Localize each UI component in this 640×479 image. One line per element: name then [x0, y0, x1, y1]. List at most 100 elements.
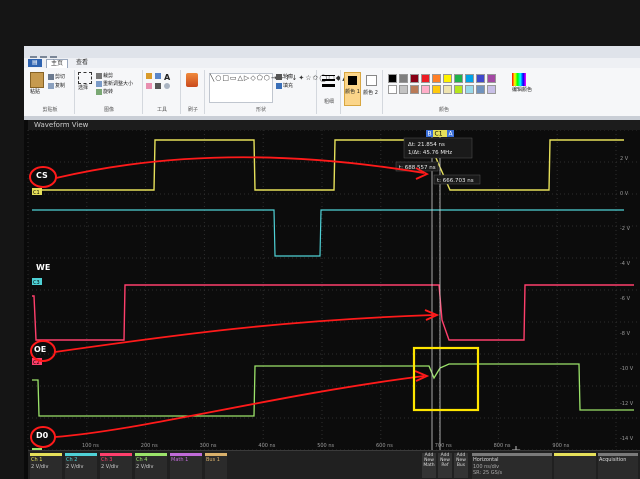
palette-swatch[interactable]	[476, 74, 485, 83]
color2-swatch	[366, 75, 377, 86]
brushes-group-label: 刷子	[187, 107, 198, 113]
size-label: 粗细	[323, 99, 334, 105]
cut-label: 剪切	[55, 74, 66, 80]
palette-swatch[interactable]	[399, 85, 408, 94]
add-bus-button[interactable]: Add New Bus	[454, 453, 468, 478]
resize-button[interactable]: 重新调整大小	[96, 80, 133, 87]
fill-shape-label: 填充	[283, 83, 294, 89]
color2-button[interactable]: 颜色 2	[363, 72, 378, 104]
horizontal-badge[interactable]: Horizontal 100 ns/div SR: 25 GS/s	[472, 453, 552, 479]
ch3-badge[interactable]: Ch 32 V/div	[100, 453, 132, 479]
outline-button[interactable]: 轮廓	[276, 73, 293, 80]
palette-swatch[interactable]	[421, 85, 430, 94]
ch3-marker-label: C3	[33, 280, 40, 286]
shapes-gallery[interactable]: ╲○□▭△▷◇⬠⬡→←↑↓✦☆✩◯▢◆▲	[209, 73, 348, 103]
palette-swatch[interactable]	[421, 74, 430, 83]
voltage-tick-label: -14 V	[620, 436, 634, 442]
ch4-badge-name: Ch 4	[136, 457, 148, 463]
palette-swatch[interactable]	[487, 85, 496, 94]
palette-swatch[interactable]	[443, 85, 452, 94]
size-line-thin	[322, 75, 335, 76]
palette-swatch[interactable]	[410, 74, 419, 83]
time-tick-label: 100 ns	[82, 443, 99, 449]
text-icon: A	[164, 73, 171, 82]
color1-button[interactable]: 颜色 1	[344, 72, 361, 106]
cut-button[interactable]: 剪切	[48, 73, 65, 80]
color1-swatch	[348, 76, 357, 85]
cursor-b-label: B	[428, 131, 432, 138]
cursor-c1-label: C1	[435, 131, 443, 138]
math-badge[interactable]: Math 1	[170, 453, 202, 479]
edit-colors-button[interactable]: 编辑颜色	[512, 73, 532, 93]
bus-badge[interactable]: Bus 1	[205, 453, 227, 479]
size-line-medium	[322, 79, 335, 81]
eraser-button[interactable]	[146, 83, 153, 90]
pencil-icon	[146, 73, 152, 79]
crop-label: 裁剪	[103, 73, 114, 79]
palette-swatch[interactable]	[476, 85, 485, 94]
ribbon-tabs: ▤ 主页 查看	[24, 58, 640, 68]
colors-group: 颜色	[384, 70, 504, 114]
palette-swatch[interactable]	[454, 85, 463, 94]
palette-swatch[interactable]	[465, 74, 474, 83]
bus-badge-name: Bus 1	[206, 457, 220, 463]
time-tick-label: 500 ns	[317, 443, 334, 449]
magnifier-button[interactable]	[164, 83, 171, 90]
magnifier-icon	[164, 83, 170, 89]
inv-delta-t-readout: 1/Δt: 45.76 MHz	[408, 150, 452, 156]
palette-swatch[interactable]	[388, 85, 397, 94]
ch2-badge[interactable]: Ch 22 V/div	[65, 453, 97, 479]
file-menu-button[interactable]: ▤	[28, 59, 42, 67]
clipboard-icon	[30, 72, 44, 88]
resize-label: 重新调整大小	[103, 81, 134, 87]
picker-button[interactable]	[155, 83, 162, 90]
edit-colors-label: 编辑颜色	[512, 87, 533, 93]
palette-swatch[interactable]	[487, 74, 496, 83]
text-button[interactable]: A	[164, 73, 170, 82]
clipboard-group-label: 剪贴板	[42, 107, 58, 113]
copy-button[interactable]: 复制	[48, 82, 65, 89]
palette-swatch[interactable]	[432, 74, 441, 83]
acquisition-title: Acquisition	[599, 457, 627, 463]
size-group[interactable]: 粗细	[318, 70, 341, 114]
select-button[interactable]: 选择	[78, 72, 92, 91]
acquisition-badge[interactable]: Acquisition	[598, 453, 638, 479]
rotate-button[interactable]: 旋转	[96, 88, 113, 95]
palette-swatch[interactable]	[432, 85, 441, 94]
tab-home[interactable]: 主页	[46, 59, 69, 68]
pencil-button[interactable]	[146, 73, 153, 80]
trigger-badge[interactable]	[554, 453, 596, 479]
tab-view[interactable]: 查看	[72, 59, 92, 67]
voltage-tick-label: -6 V	[620, 296, 631, 302]
fill-button[interactable]	[155, 73, 162, 80]
ch1-badge[interactable]: Ch 12 V/div	[30, 453, 62, 479]
paste-button[interactable]: 粘贴	[30, 72, 44, 95]
palette-swatch[interactable]	[454, 74, 463, 83]
colors-group-label: 颜色	[438, 107, 449, 113]
palette-swatch[interactable]	[465, 85, 474, 94]
color1-label: 颜色 1	[345, 89, 360, 95]
color2-label: 颜色 2	[363, 90, 378, 96]
time-axis: 100 ns 200 ns 300 ns 400 ns 500 ns 600 ns 700 …	[82, 443, 570, 449]
waveform-display[interactable]: B C1 A Δt: 21.854 ns 1/Δt: 45.76 MHz t: …	[24, 130, 640, 479]
delta-t-readout: Δt: 21.854 ns	[408, 142, 445, 148]
color-selectors: 颜色 1 颜色 2	[342, 70, 383, 114]
voltage-tick-label: -10 V	[620, 366, 634, 372]
tools-group: A 工具	[144, 70, 181, 114]
eraser-icon	[146, 83, 152, 89]
time-tick-label: 800 ns	[494, 443, 511, 449]
crop-button[interactable]: 裁剪	[96, 72, 113, 79]
crop-icon	[96, 72, 102, 79]
brushes-button[interactable]	[186, 73, 198, 87]
add-ref-button[interactable]: Add New Ref	[438, 453, 452, 478]
palette-swatch[interactable]	[399, 74, 408, 83]
shapes-group-label: 形状	[255, 107, 266, 113]
fill-shape-button[interactable]: 填充	[276, 82, 293, 89]
ch4-badge[interactable]: Ch 42 V/div	[135, 453, 167, 479]
size-line-thick	[322, 84, 335, 87]
palette-swatch[interactable]	[388, 74, 397, 83]
palette-swatch[interactable]	[443, 74, 452, 83]
ribbon: 粘贴 剪切 复制 剪贴板 选择 裁剪 重新调整大小 旋转 图像 A 工具 刷子 …	[24, 68, 640, 117]
palette-swatch[interactable]	[410, 85, 419, 94]
add-math-button[interactable]: Add New Math	[422, 453, 436, 478]
